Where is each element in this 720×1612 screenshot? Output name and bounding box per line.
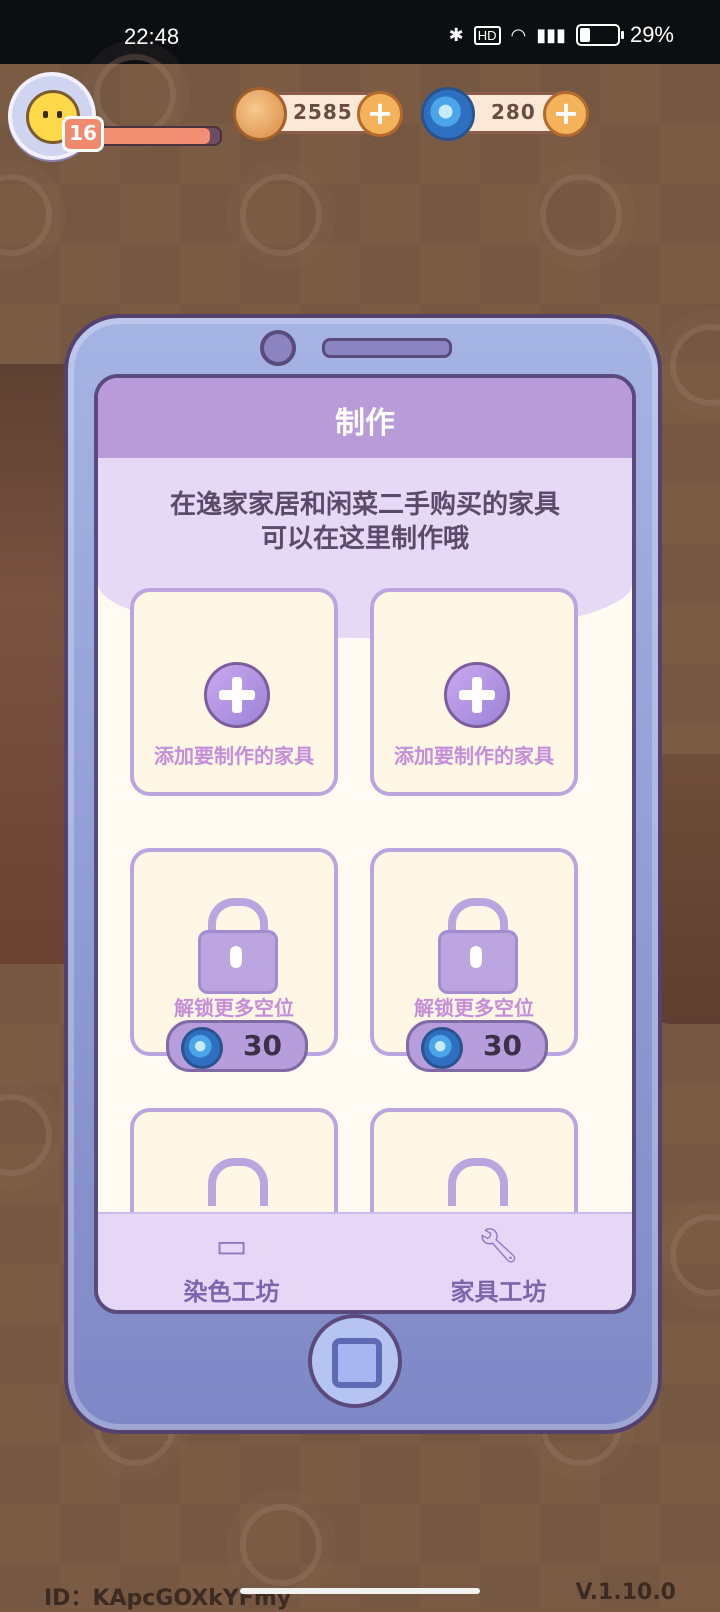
sun-pattern-icon [240,1504,322,1586]
home-square-icon [332,1338,382,1388]
hd-icon: HD [473,25,501,45]
level-badge: 16 [62,116,104,152]
tab-label: 染色工坊 [183,1278,280,1306]
status-time: 22:48 [124,24,180,49]
sun-pattern-icon [0,1094,52,1176]
slot-label: 解锁更多空位 [414,996,534,1020]
slot-label: 解锁更多空位 [174,996,294,1020]
panel-description: 在逸家家居和闲菜二手购买的家具 可以在这里制作哦 [118,488,612,556]
lock-icon [208,1158,268,1206]
gem-icon [181,1027,223,1069]
add-furniture-slot-2[interactable]: 添加要制作的家具 [370,588,578,796]
coin-value: 2585 [293,100,353,124]
crafting-screen: 制作 在逸家家居和闲菜二手购买的家具 可以在这里制作哦 添加要制作的家具 添加要… [94,374,636,1314]
tab-furniture-workshop[interactable]: 🔧︎ 家具工坊 [365,1214,632,1310]
sun-pattern-icon [94,54,176,136]
add-furniture-slot-1[interactable]: 添加要制作的家具 [130,588,338,796]
description-line-2: 可以在这里制作哦 [260,524,469,554]
tab-label: 家具工坊 [450,1278,547,1306]
phone-speaker [322,338,452,358]
lock-keyhole [470,946,482,968]
sun-pattern-icon [0,174,52,256]
plus-icon [444,662,510,728]
unlock-price-button-2[interactable]: 30 [406,1020,548,1072]
slot-label: 添加要制作的家具 [394,744,554,768]
5g-signal-icon: ▮▮▮ [536,24,566,45]
tab-dye-workshop[interactable]: ▭ 染色工坊 [98,1214,365,1310]
version-label: V.1.10.0 [575,1580,677,1605]
gem-value: 280 [491,100,536,124]
player-id: ID：KApcGOXkYFmy [44,1586,292,1611]
sun-pattern-icon [670,1214,720,1296]
lock-icon [448,1158,508,1206]
status-icons: ✱ HD ◠ ▮▮▮ 29% [449,22,674,48]
coin-counter: 2585 + [233,87,403,141]
system-home-indicator[interactable] [240,1588,480,1594]
plus-icon [204,662,270,728]
phone-home-button[interactable] [308,1314,402,1408]
battery-percent: 29% [629,22,674,47]
battery-icon [575,24,624,46]
bluetooth-icon: ✱ [448,24,464,45]
crafting-phone-panel: 制作 在逸家家居和闲菜二手购买的家具 可以在这里制作哦 添加要制作的家具 添加要… [64,314,662,1434]
workshop-tabs: ▭ 染色工坊 🔧︎ 家具工坊 [98,1212,632,1310]
unlock-price: 30 [483,1029,522,1062]
coin-icon [233,87,287,141]
description-line-1: 在逸家家居和闲菜二手购买的家具 [169,490,560,520]
sun-pattern-icon [240,174,322,256]
sun-pattern-icon [540,174,622,256]
gem-icon [421,87,475,141]
status-bar: 22:48 ✱ HD ◠ ▮▮▮ 29% [0,0,720,64]
battery-fill [579,28,591,42]
panel-title: 制作 [335,406,395,441]
unlock-price: 30 [243,1029,282,1062]
xp-progress-bar [92,126,222,146]
wifi-icon: ◠ [510,24,527,45]
footer: ID：KApcGOXkYFmy V.1.10.0 [0,1580,720,1611]
paint-roller-icon: ▭ [215,1226,248,1266]
unlock-price-button-1[interactable]: 30 [166,1020,308,1072]
gem-counter: 280 + [421,87,589,141]
add-coins-button[interactable]: + [357,91,403,137]
slot-label: 添加要制作的家具 [154,744,314,768]
wrench-icon: 🔧︎ [476,1226,521,1266]
gem-icon [421,1027,463,1069]
panel-header: 制作 [98,378,632,458]
xp-progress-fill [94,128,210,144]
add-gems-button[interactable]: + [543,91,589,137]
sun-pattern-icon [670,324,720,406]
phone-camera-icon [260,330,296,366]
lock-keyhole [230,946,242,968]
